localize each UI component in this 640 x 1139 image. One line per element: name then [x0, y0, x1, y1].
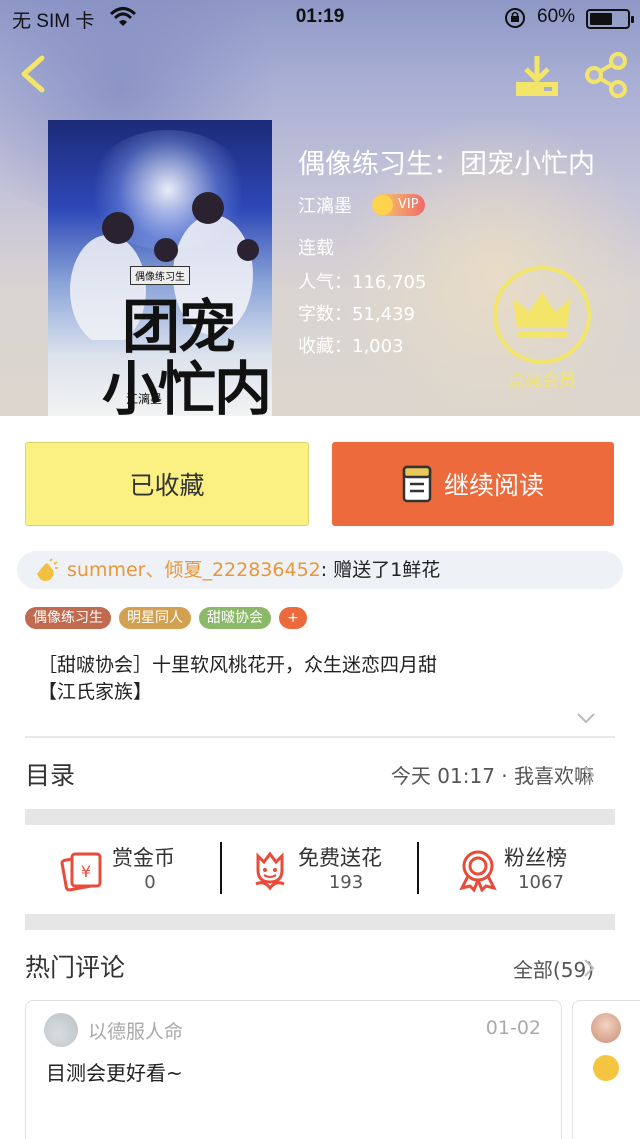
status-bar: 无 SIM 卡 01:19 60%	[0, 0, 640, 36]
emoji-icon	[593, 1055, 619, 1081]
vip-crown-icon	[373, 195, 393, 215]
crown-icon	[493, 266, 591, 364]
tag-list: 偶像练习生 明星同人 甜啵协会 +	[25, 607, 307, 629]
reward-coin-value: 0	[144, 872, 156, 893]
avatar[interactable]	[44, 1013, 78, 1047]
toc-latest-chapter[interactable]: 今天 01:17 · 我喜欢嘛	[391, 760, 594, 789]
vip-join-label: 点亮会员	[508, 371, 576, 391]
gift-message: : 赠送了1鲜花	[320, 559, 441, 581]
book-word-count: 字数：51,439	[298, 304, 415, 325]
section-spacer	[25, 914, 615, 930]
reward-icon: ¥	[60, 852, 102, 892]
comment-card[interactable]	[572, 1000, 640, 1139]
tag-chip[interactable]: 明星同人	[119, 607, 191, 629]
continue-reading-button[interactable]: 继续阅读	[332, 442, 614, 526]
toc-title[interactable]: 目录	[25, 756, 75, 792]
book-header: 无 SIM 卡 01:19 60% 偶像练习生 团宠 小忙内 江漓墨 偶像练习生…	[0, 0, 640, 416]
share-button[interactable]	[582, 52, 630, 98]
stat-separator	[417, 842, 419, 894]
battery-percentage: 60%	[537, 6, 576, 27]
battery-icon	[586, 9, 634, 29]
free-flower-stat[interactable]: 免费送花 193	[248, 842, 408, 898]
clap-icon	[37, 558, 58, 581]
book-cover[interactable]: 偶像练习生 团宠 小忙内 江漓墨	[48, 120, 272, 416]
free-flower-title: 免费送花	[298, 846, 382, 870]
book-icon	[402, 465, 432, 503]
rotation-lock-icon	[505, 8, 525, 28]
book-title: 偶像练习生：团宠小忙内	[298, 149, 595, 180]
svg-text:¥: ¥	[81, 862, 91, 881]
cover-author: 江漓墨	[126, 392, 163, 406]
continue-reading-label: 继续阅读	[443, 471, 544, 500]
fan-ranking-title: 粉丝榜	[504, 846, 567, 870]
vip-badge-label: VIP	[398, 197, 419, 212]
gift-senders: summer、倾夏_222836452	[67, 559, 321, 581]
book-favorites: 收藏：1,003	[298, 336, 404, 357]
comment-card[interactable]: 以德服人命 01-02 目测会更好看~	[25, 1000, 562, 1139]
intro-line2: 【江氏家族】	[38, 681, 153, 703]
book-intro: ［甜啵协会］十里软风桃花开，众生迷恋四月甜 【江氏家族】	[38, 652, 598, 706]
back-button[interactable]	[14, 52, 54, 96]
chevron-right-icon[interactable]	[582, 957, 596, 979]
tag-chip[interactable]: 偶像练习生	[25, 607, 111, 629]
stat-separator	[220, 842, 222, 894]
intro-line1: ［甜啵协会］十里软风桃花开，众生迷恋四月甜	[38, 654, 438, 676]
book-status: 连载	[298, 238, 334, 259]
favorited-button[interactable]: 已收藏	[25, 442, 309, 526]
vip-badge: VIP	[372, 194, 425, 216]
comment-date: 01-02	[485, 1017, 541, 1039]
chevron-down-icon[interactable]	[574, 706, 598, 730]
fan-ranking-stat[interactable]: 粉丝榜 1067	[456, 842, 596, 898]
reward-coin-stat[interactable]: ¥ 赏金币 0	[60, 842, 210, 898]
hot-comments-title: 热门评论	[25, 953, 126, 982]
book-popularity: 人气：116,705	[298, 272, 427, 293]
author-name[interactable]: 江漓墨	[298, 192, 352, 218]
section-divider	[25, 736, 615, 738]
tag-chip[interactable]: 甜啵协会	[199, 607, 271, 629]
fan-ranking-value: 1067	[518, 872, 564, 893]
reward-coin-title: 赏金币	[112, 846, 175, 870]
avatar[interactable]	[591, 1013, 621, 1043]
medal-icon	[459, 850, 497, 892]
free-flower-value: 193	[328, 872, 364, 893]
vip-join-button[interactable]: 点亮会员	[492, 266, 592, 391]
chevron-right-icon[interactable]	[582, 764, 596, 786]
comment-user[interactable]: 以德服人命	[88, 1017, 183, 1044]
favorited-label: 已收藏	[129, 471, 205, 500]
add-tag-button[interactable]: +	[279, 607, 307, 629]
gift-notice-bar[interactable]: summer、倾夏_222836452: 赠送了1鲜花	[17, 551, 623, 589]
download-button[interactable]	[512, 52, 562, 98]
section-spacer	[25, 809, 615, 825]
flower-icon	[255, 851, 285, 891]
comment-text: 目测会更好看~	[46, 1061, 183, 1085]
